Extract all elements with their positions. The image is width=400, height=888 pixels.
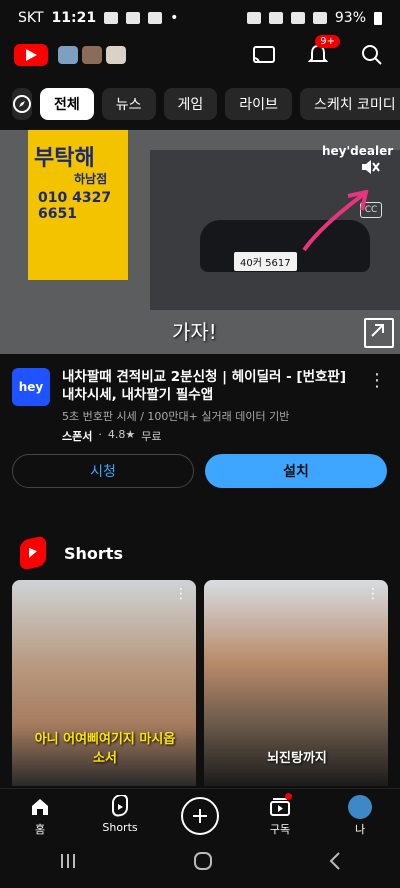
shop-name: 부탁해 (34, 146, 95, 171)
short-card[interactable]: ⋮ 뇌진탕까지 (204, 580, 388, 786)
app-icon-2 (148, 12, 163, 24)
status-bar: SKT 11:21 • 93% (0, 0, 400, 36)
nav-home-label: 홈 (34, 823, 46, 836)
meta-separator: · (98, 428, 102, 441)
doodle-icon-2 (82, 46, 102, 64)
advertiser-logo[interactable]: hey (12, 368, 50, 406)
chip-live[interactable]: 라이브 (225, 88, 292, 120)
nav-create[interactable] (165, 795, 235, 835)
carrier-label: SKT (18, 10, 44, 26)
recents-button[interactable] (58, 852, 78, 874)
search-button[interactable] (358, 41, 386, 69)
bottom-navigation: 홈 Shorts 구독 나 (0, 788, 400, 838)
ad-title[interactable]: 내차팔때 견적비교 2분신청 | 헤이딜러 - [번호판] 내차시세, 내차팔기… (62, 368, 362, 404)
short-overlay-text: 아니 어여삐여기지 마시옵소서 (34, 732, 176, 766)
youtube-logo[interactable] (14, 44, 48, 66)
nav-subscriptions[interactable]: 구독 (245, 793, 315, 837)
system-navigation (0, 838, 400, 888)
doodle-icon-3 (106, 46, 126, 64)
nav-shorts[interactable]: Shorts (85, 795, 155, 834)
create-icon (181, 797, 219, 835)
brand-watermark: hey'dealer (322, 144, 394, 158)
more-options-icon[interactable]: ⋮ (368, 370, 386, 391)
video-caption: 가자! (172, 320, 217, 344)
nav-subscriptions-label: 구독 (269, 823, 291, 836)
signal-icon (312, 12, 327, 24)
chip-games[interactable]: 게임 (163, 88, 218, 120)
subscriptions-icon (268, 793, 292, 819)
shorts-title: Shorts (64, 543, 123, 563)
topbar-decorations (58, 46, 126, 64)
battery-label: 93% (334, 10, 366, 26)
chip-news[interactable]: 뉴스 (101, 88, 156, 120)
notification-icon (104, 12, 119, 24)
short-card[interactable]: ⋮ 아니 어여삐여기지 마시옵소서 (12, 580, 196, 786)
short-overlay-text: 뇌진탕까지 (267, 751, 327, 766)
back-button[interactable] (328, 851, 342, 875)
avatar (348, 795, 372, 819)
watch-button[interactable]: 시청 (12, 454, 194, 488)
muted-icon (362, 160, 380, 174)
ad-video-player[interactable]: 부탁해 하남점 010 4327 6651 40커 5617 hey'deale… (0, 130, 400, 354)
nav-you-label: 나 (354, 823, 366, 836)
back-icon (329, 852, 341, 870)
shop-branch: 하남점 (74, 172, 108, 186)
explore-chip[interactable] (12, 88, 32, 120)
filter-chips: 전체 뉴스 게임 라이브 스케치 코미디 (12, 88, 400, 120)
shop-phone: 010 4327 6651 (38, 190, 112, 222)
status-dot: • (170, 10, 179, 26)
nav-shorts-label: Shorts (102, 821, 138, 834)
external-link-icon (371, 324, 384, 337)
ad-subtitle: 5초 번호판 시세 / 100만대+ 실거래 데이터 기반 (62, 410, 290, 423)
app-top-bar: 9+ (0, 35, 400, 74)
home-icon (28, 795, 52, 819)
nav-you[interactable]: 나 (325, 795, 395, 837)
ad-card: hey 내차팔때 견적비교 2분신청 | 헤이딜러 - [번호판] 내차시세, … (0, 360, 400, 520)
mute-icon (268, 12, 283, 24)
rating: 4.8★ (107, 428, 136, 441)
search-icon (362, 45, 382, 65)
app-icon (126, 12, 141, 24)
new-content-dot (285, 793, 292, 800)
shorts-logo-icon (20, 535, 46, 571)
battery-icon (374, 11, 382, 25)
license-plate: 40커 5617 (234, 252, 297, 271)
sponsor-label: 스폰서 (62, 430, 93, 443)
recents-icon (60, 854, 75, 868)
home-circle-icon (193, 852, 212, 870)
short-more-icon[interactable]: ⋮ (366, 586, 380, 602)
cast-button[interactable] (250, 41, 278, 69)
chip-all[interactable]: 전체 (40, 88, 94, 120)
shop-sign: 부탁해 하남점 010 4327 6651 (28, 130, 128, 280)
notifications-button[interactable]: 9+ (304, 35, 340, 69)
ad-meta: 스폰서 · 4.8★ 무료 (62, 428, 161, 444)
alarm-icon (246, 12, 261, 24)
shorts-header: Shorts (20, 535, 123, 571)
mute-button[interactable] (360, 158, 380, 180)
annotation-arrow (302, 190, 369, 252)
install-button[interactable]: 설치 (205, 454, 387, 488)
compass-icon (13, 95, 31, 113)
cast-icon (253, 46, 275, 64)
wifi-icon (290, 12, 305, 24)
clock: 11:21 (51, 10, 97, 26)
nav-home[interactable]: 홈 (5, 795, 75, 837)
notification-badge: 9+ (315, 35, 340, 48)
price: 무료 (141, 430, 162, 443)
doodle-icon (58, 46, 78, 64)
home-system-button[interactable] (193, 851, 213, 875)
short-more-icon[interactable]: ⋮ (174, 586, 188, 602)
open-external-button[interactable] (364, 318, 394, 348)
chip-sketch-comedy[interactable]: 스케치 코미디 (299, 88, 400, 120)
shorts-icon (108, 795, 132, 819)
